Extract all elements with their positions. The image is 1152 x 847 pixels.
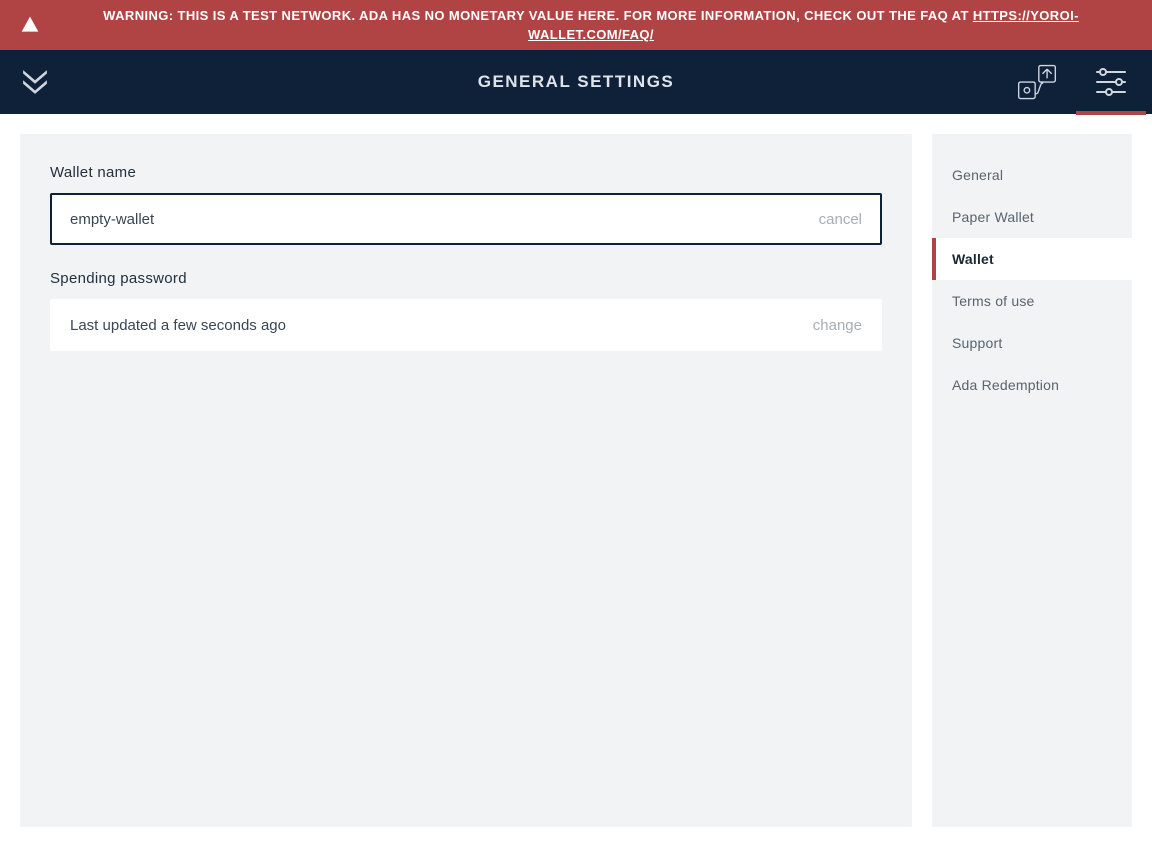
yoroi-logo-icon[interactable]	[18, 65, 52, 99]
wallet-name-row: cancel	[50, 193, 882, 245]
wallet-name-input[interactable]	[70, 211, 819, 228]
wallet-name-label: Wallet name	[50, 164, 882, 181]
sidebar-item-label: Support	[952, 335, 1002, 351]
page-title: GENERAL SETTINGS	[0, 72, 1152, 92]
wallet-name-group: Wallet name cancel	[50, 164, 882, 245]
spending-password-change-link[interactable]: change	[813, 317, 862, 334]
spending-password-status: Last updated a few seconds ago	[70, 317, 813, 334]
settings-main-panel: Wallet name cancel Spending password Las…	[20, 134, 912, 827]
sidebar-item-label: Paper Wallet	[952, 209, 1034, 225]
sidebar-item-general[interactable]: General	[932, 154, 1132, 196]
daedalus-transfer-icon[interactable]	[1014, 50, 1060, 114]
sidebar-item-label: Ada Redemption	[952, 377, 1059, 393]
warning-icon	[20, 15, 40, 35]
sidebar-item-ada-redemption[interactable]: Ada Redemption	[932, 364, 1132, 406]
test-network-warning-banner: WARNING: THIS IS A TEST NETWORK. ADA HAS…	[0, 0, 1152, 50]
warning-prefix: WARNING: THIS IS A TEST NETWORK. ADA HAS…	[103, 8, 973, 23]
sidebar-item-support[interactable]: Support	[932, 322, 1132, 364]
wallet-name-cancel-link[interactable]: cancel	[819, 211, 862, 228]
spending-password-row: Last updated a few seconds ago change	[50, 299, 882, 351]
topbar-right-group	[1014, 50, 1134, 114]
sidebar-item-label: General	[952, 167, 1003, 183]
warning-text: WARNING: THIS IS A TEST NETWORK. ADA HAS…	[50, 6, 1132, 45]
sidebar-item-paper-wallet[interactable]: Paper Wallet	[932, 196, 1132, 238]
settings-sidebar: General Paper Wallet Wallet Terms of use…	[932, 134, 1132, 827]
spending-password-group: Spending password Last updated a few sec…	[50, 270, 882, 351]
content-area: Wallet name cancel Spending password Las…	[0, 114, 1152, 847]
settings-icon[interactable]	[1088, 50, 1134, 114]
sidebar-item-terms-of-use[interactable]: Terms of use	[932, 280, 1132, 322]
spending-password-label: Spending password	[50, 270, 882, 287]
sidebar-item-label: Wallet	[952, 251, 994, 267]
sidebar-item-wallet[interactable]: Wallet	[932, 238, 1132, 280]
sidebar-item-label: Terms of use	[952, 293, 1035, 309]
top-navbar: GENERAL SETTINGS	[0, 50, 1152, 114]
